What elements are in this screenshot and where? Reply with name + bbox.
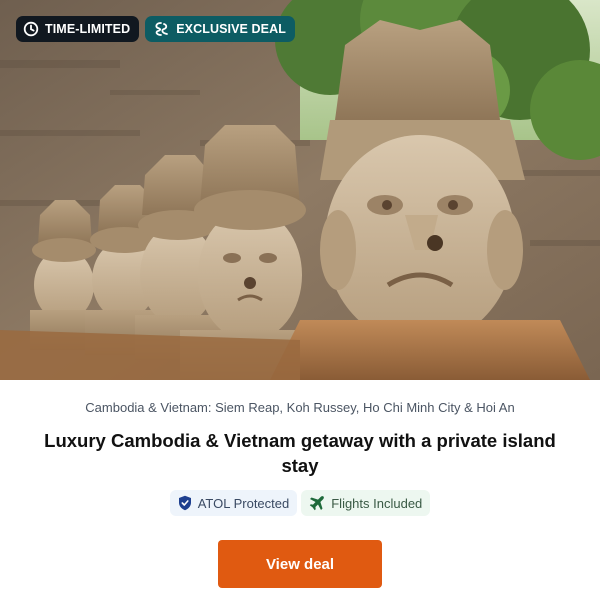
exclusive-deal-label: EXCLUSIVE DEAL — [176, 22, 286, 36]
exclusive-deal-badge: EXCLUSIVE DEAL — [145, 16, 295, 42]
flights-included-label: Flights Included — [331, 495, 423, 511]
deal-content: Cambodia & Vietnam: Siem Reap, Koh Russe… — [0, 380, 600, 612]
shield-icon — [178, 495, 192, 511]
atol-protected-tag: ATOL Protected — [169, 490, 298, 516]
view-deal-button[interactable]: View deal — [218, 540, 382, 588]
feature-tags: ATOL Protected Flights Included — [0, 490, 600, 516]
deal-card[interactable]: TIME-LIMITED EXCLUSIVE DEAL Cambodia & V… — [0, 0, 600, 612]
secret-escapes-logo-icon — [152, 21, 170, 37]
airplane-icon — [309, 495, 325, 511]
stone-heads-illustration — [0, 0, 600, 380]
deal-title[interactable]: Luxury Cambodia & Vietnam getaway with a… — [40, 428, 560, 478]
clock-icon — [23, 21, 39, 37]
flights-included-tag: Flights Included — [301, 490, 431, 516]
deal-location: Cambodia & Vietnam: Siem Reap, Koh Russe… — [85, 400, 515, 415]
atol-protected-label: ATOL Protected — [197, 495, 290, 511]
time-limited-label: TIME-LIMITED — [45, 22, 131, 36]
time-limited-badge: TIME-LIMITED — [16, 16, 140, 42]
badge-row: TIME-LIMITED EXCLUSIVE DEAL — [16, 16, 295, 42]
hero-image[interactable] — [0, 0, 600, 380]
